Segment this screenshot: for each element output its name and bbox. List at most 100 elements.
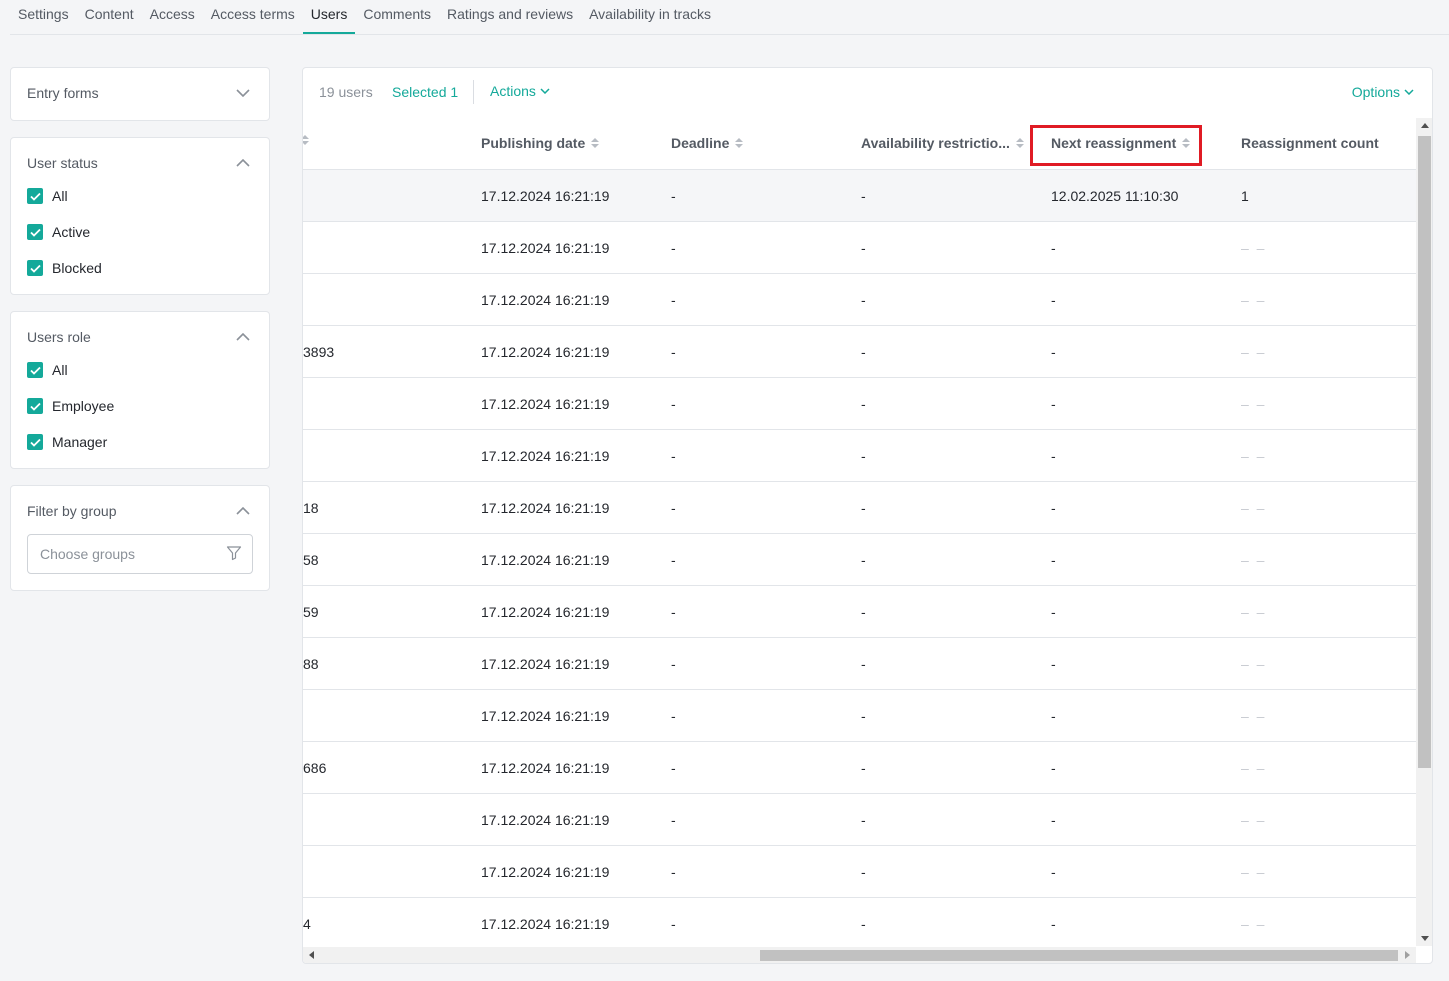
table-row[interactable]: 17.12.2024 16:21:19 - - - – –	[303, 690, 1416, 742]
toolbar-divider	[473, 80, 474, 104]
cell-reassignment-count: – –	[1241, 760, 1267, 776]
cell-publishing-date: 17.12.2024 16:21:19	[481, 760, 610, 776]
tab-settings[interactable]: Settings	[10, 0, 77, 34]
sort-icon[interactable]	[303, 135, 309, 145]
horizontal-scrollbar[interactable]	[303, 947, 1416, 963]
tab-content[interactable]: Content	[77, 0, 142, 34]
column-reassignment-count[interactable]: Reassignment count	[1241, 135, 1379, 151]
cell-next-reassignment: -	[1051, 500, 1056, 516]
user-status-title: User status	[27, 155, 98, 171]
table-row[interactable]: 17.12.2024 16:21:19 - - - – –	[303, 274, 1416, 326]
cell-deadline: -	[671, 864, 676, 880]
table-row[interactable]: 17.12.2024 16:21:19 - - 12.02.2025 11:10:30…	[303, 170, 1416, 222]
checkbox-checked-icon[interactable]	[27, 434, 43, 450]
checkbox-checked-icon[interactable]	[27, 362, 43, 378]
column-next-reassignment[interactable]: Next reassignment	[1051, 135, 1191, 151]
cell-next-reassignment: -	[1051, 604, 1056, 620]
choose-groups-placeholder: Choose groups	[40, 546, 135, 562]
column-deadline[interactable]: Deadline	[671, 135, 744, 151]
tab-availability-in-tracks[interactable]: Availability in tracks	[581, 0, 719, 34]
cell-reassignment-count: – –	[1241, 864, 1267, 880]
cell-deadline: -	[671, 916, 676, 932]
cell-next-reassignment: -	[1051, 708, 1056, 724]
tab-access-terms[interactable]: Access terms	[203, 0, 303, 34]
role-option-manager[interactable]: Manager	[11, 424, 269, 460]
table-header: Publishing date Deadline Availability re…	[303, 118, 1416, 170]
cell-publishing-date: 17.12.2024 16:21:19	[481, 396, 610, 412]
table-row[interactable]: 17.12.2024 16:21:19 - - - – –	[303, 378, 1416, 430]
sort-icon[interactable]	[1182, 138, 1191, 148]
cell-next-reassignment: -	[1051, 656, 1056, 672]
cell-deadline: -	[671, 240, 676, 256]
checkbox-checked-icon[interactable]	[27, 224, 43, 240]
column-publishing-date[interactable]: Publishing date	[481, 135, 600, 151]
table-row[interactable]: 17.12.2024 16:21:19 - - - – –	[303, 794, 1416, 846]
table-row[interactable]: 58 17.12.2024 16:21:19 - - - – –	[303, 534, 1416, 586]
status-option-active[interactable]: Active	[11, 214, 269, 250]
cell-reassignment-count: – –	[1241, 500, 1267, 516]
table-row[interactable]: 4 17.12.2024 16:21:19 - - - – –	[303, 898, 1416, 950]
table-row[interactable]: 17.12.2024 16:21:19 - - - – –	[303, 222, 1416, 274]
checkbox-checked-icon[interactable]	[27, 260, 43, 276]
table-row[interactable]: 17.12.2024 16:21:19 - - - – –	[303, 846, 1416, 898]
sort-icon[interactable]	[1015, 138, 1024, 148]
tab-access[interactable]: Access	[142, 0, 203, 34]
choose-groups-input[interactable]: Choose groups	[27, 534, 253, 574]
cell-reassignment-count: – –	[1241, 396, 1267, 412]
table-row[interactable]: 17.12.2024 16:21:19 - - - – –	[303, 430, 1416, 482]
options-dropdown[interactable]: Options	[1352, 84, 1414, 100]
sort-icon[interactable]	[735, 138, 744, 148]
vertical-scroll-thumb[interactable]	[1418, 136, 1431, 768]
tab-ratings-and-reviews[interactable]: Ratings and reviews	[439, 0, 581, 34]
cell-publishing-date: 17.12.2024 16:21:19	[481, 500, 610, 516]
filter-by-group-header[interactable]: Filter by group	[11, 486, 269, 536]
table-row[interactable]: 18 17.12.2024 16:21:19 - - - – –	[303, 482, 1416, 534]
entry-forms-header[interactable]: Entry forms	[11, 68, 269, 118]
cell-deadline: -	[671, 396, 676, 412]
status-option-blocked[interactable]: Blocked	[11, 250, 269, 286]
role-option-all[interactable]: All	[11, 352, 269, 388]
chevron-up-icon[interactable]	[233, 501, 253, 521]
selected-count-link[interactable]: Selected 1	[392, 84, 458, 100]
table-body: 17.12.2024 16:21:19 - - 12.02.2025 11:10:30…	[303, 170, 1416, 950]
scroll-right-arrow-icon[interactable]	[1405, 951, 1410, 959]
table-row[interactable]: 59 17.12.2024 16:21:19 - - - – –	[303, 586, 1416, 638]
cell-availability: -	[861, 240, 866, 256]
cell-next-reassignment: 12.02.2025 11:10:30	[1051, 188, 1179, 204]
tab-comments[interactable]: Comments	[355, 0, 439, 34]
cell-availability: -	[861, 708, 866, 724]
table-row[interactable]: 686 17.12.2024 16:21:19 - - - – –	[303, 742, 1416, 794]
cell-publishing-date: 17.12.2024 16:21:19	[481, 292, 610, 308]
cell-next-reassignment: -	[1051, 552, 1056, 568]
table-row[interactable]: 88 17.12.2024 16:21:19 - - - – –	[303, 638, 1416, 690]
cell-next-reassignment: -	[1051, 812, 1056, 828]
table-row[interactable]: 3893 17.12.2024 16:21:19 - - - – –	[303, 326, 1416, 378]
cell-publishing-date: 17.12.2024 16:21:19	[481, 656, 610, 672]
cell-deadline: -	[671, 656, 676, 672]
status-option-all[interactable]: All	[11, 178, 269, 214]
checkbox-checked-icon[interactable]	[27, 398, 43, 414]
scroll-up-arrow-icon[interactable]	[1421, 123, 1429, 128]
sort-icon[interactable]	[591, 138, 600, 148]
checkbox-checked-icon[interactable]	[27, 188, 43, 204]
cell-availability: -	[861, 448, 866, 464]
column-availability-restrictions[interactable]: Availability restrictio...	[861, 135, 1024, 151]
role-option-employee[interactable]: Employee	[11, 388, 269, 424]
chevron-up-icon[interactable]	[233, 153, 253, 173]
scroll-down-arrow-icon[interactable]	[1421, 936, 1429, 941]
tab-users[interactable]: Users	[302, 0, 356, 34]
vertical-scrollbar[interactable]	[1416, 118, 1432, 946]
cell-reassignment-count: – –	[1241, 448, 1267, 464]
chevron-up-icon[interactable]	[233, 327, 253, 347]
filter-icon[interactable]	[226, 545, 242, 564]
cell-deadline: -	[671, 448, 676, 464]
cell-reassignment-count: – –	[1241, 552, 1267, 568]
table-toolbar: 19 users Selected 1 Actions Options	[303, 68, 1432, 118]
scroll-left-arrow-icon[interactable]	[309, 951, 314, 959]
actions-dropdown[interactable]: Actions	[490, 83, 550, 99]
entry-forms-title: Entry forms	[27, 85, 99, 101]
column-label: Publishing date	[481, 135, 586, 151]
cell-next-reassignment: -	[1051, 864, 1056, 880]
horizontal-scroll-thumb[interactable]	[760, 950, 1398, 961]
chevron-down-icon[interactable]	[233, 83, 253, 103]
